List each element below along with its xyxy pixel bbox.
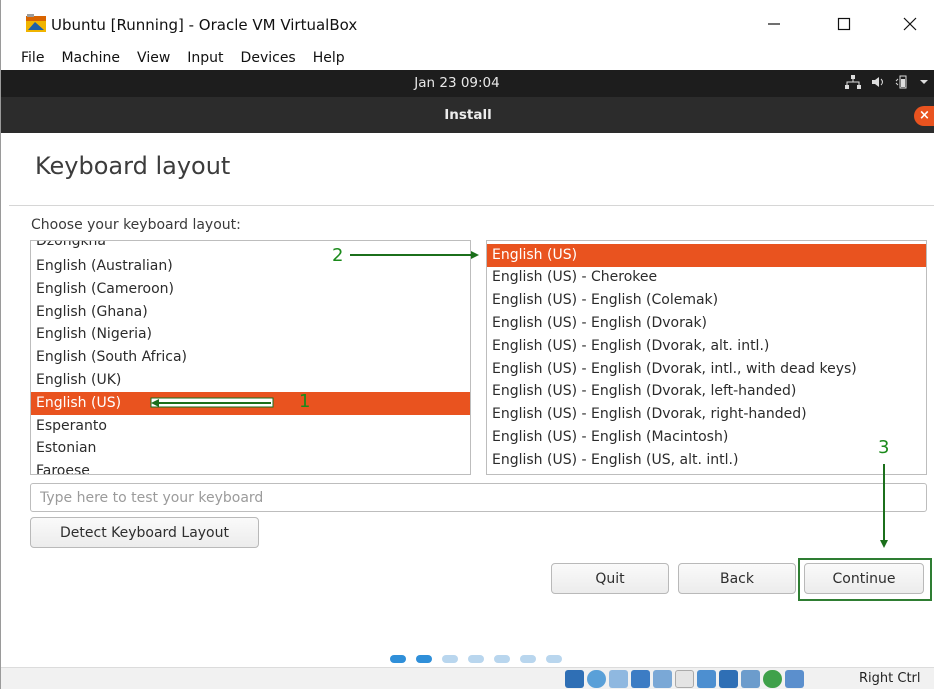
step-dot <box>546 655 562 663</box>
maximize-icon <box>837 17 851 31</box>
variant-item-selected[interactable]: English (US) <box>487 244 926 267</box>
step-dot <box>494 655 510 663</box>
clock[interactable]: Jan 23 09:04 <box>1 75 934 91</box>
menu-machine[interactable]: Machine <box>61 50 120 66</box>
mouse-integration-icon[interactable] <box>785 670 804 688</box>
annotation-label-1: 1 <box>299 391 311 412</box>
variant-item[interactable]: English (US) - Cherokee <box>487 266 926 289</box>
window-title: Ubuntu [Running] - Oracle VM VirtualBox <box>51 16 358 34</box>
host-key-label: Right Ctrl <box>859 671 921 686</box>
minimize-button[interactable] <box>751 9 797 39</box>
battery-icon <box>895 75 907 89</box>
variant-item[interactable]: English (US) - English (Dvorak, right-ha… <box>487 403 926 426</box>
detect-keyboard-layout-button[interactable]: Detect Keyboard Layout <box>30 517 259 548</box>
quit-button[interactable]: Quit <box>551 563 669 594</box>
variant-item[interactable]: English (US) - English (Colemak) <box>487 289 926 312</box>
cpu-icon[interactable] <box>741 670 760 688</box>
layout-item[interactable]: Faroese <box>31 460 470 474</box>
keyboard-test-input[interactable] <box>30 483 927 512</box>
step-progress <box>390 655 562 663</box>
layout-item[interactable]: English (Cameroon) <box>31 278 470 301</box>
variant-item[interactable]: English (US) - English (Dvorak) <box>487 312 926 335</box>
host-menubar: File Machine View Input Devices Help <box>1 46 934 70</box>
variant-list[interactable]: English (US) English (US) - Cherokee Eng… <box>486 240 927 475</box>
step-dot <box>442 655 458 663</box>
display-icon[interactable] <box>697 670 716 688</box>
network-icon <box>845 75 861 89</box>
page-title: Keyboard layout <box>35 152 231 180</box>
variant-item[interactable]: English (US) - English (Dvorak, intl., w… <box>487 358 926 381</box>
layout-list[interactable]: Dzongkha English (Australian) English (C… <box>30 240 471 475</box>
volume-icon <box>872 77 883 87</box>
back-button[interactable]: Back <box>678 563 796 594</box>
layout-item[interactable]: English (Ghana) <box>31 301 470 324</box>
installer-close-button[interactable]: × <box>914 106 934 126</box>
layout-item[interactable]: Dzongkha <box>31 241 470 253</box>
close-icon <box>903 17 917 31</box>
system-tray[interactable] <box>845 75 929 89</box>
step-dot <box>468 655 484 663</box>
layout-item[interactable]: English (Australian) <box>31 255 470 278</box>
guest-top-bar: Jan 23 09:04 <box>1 70 934 97</box>
layout-prompt: Choose your keyboard layout: <box>31 217 241 233</box>
layout-item[interactable]: Esperanto <box>31 415 470 438</box>
variant-item[interactable]: English (US) - English (Macintosh) <box>487 426 926 449</box>
virtualbox-window: Ubuntu [Running] - Oracle VM VirtualBox … <box>0 0 934 689</box>
layout-item[interactable]: English (UK) <box>31 369 470 392</box>
close-window-button[interactable] <box>887 9 933 39</box>
annotation-label-3: 3 <box>878 437 890 458</box>
installer-title: Install <box>444 107 492 123</box>
layout-item[interactable]: Estonian <box>31 437 470 460</box>
variant-item[interactable]: English (US) - English (Dvorak, alt. int… <box>487 335 926 358</box>
guest-additions-icon[interactable] <box>763 670 782 688</box>
chevron-down-icon <box>920 80 928 84</box>
video-capture-icon[interactable] <box>719 670 738 688</box>
shared-folder-icon[interactable] <box>675 670 694 688</box>
audio-icon[interactable] <box>609 670 628 688</box>
optical-drive-icon[interactable] <box>587 670 606 688</box>
layout-item-selected[interactable]: English (US) <box>31 392 470 415</box>
layout-item[interactable]: English (Nigeria) <box>31 323 470 346</box>
variant-item[interactable]: English (US) - English (Dvorak, left-han… <box>487 380 926 403</box>
step-dot <box>416 655 432 663</box>
layout-item[interactable]: English (South Africa) <box>31 346 470 369</box>
vm-statusbar: Right Ctrl <box>1 667 934 689</box>
usb-icon[interactable] <box>653 670 672 688</box>
virtualbox-logo-icon <box>26 14 46 32</box>
annotation-highlight-box <box>798 558 932 601</box>
menu-help[interactable]: Help <box>313 50 345 66</box>
menu-file[interactable]: File <box>21 50 44 66</box>
minimize-icon <box>768 23 780 25</box>
annotation-label-2: 2 <box>332 245 344 266</box>
network-adapter-icon[interactable] <box>631 670 650 688</box>
divider <box>9 205 934 206</box>
menu-devices[interactable]: Devices <box>241 50 296 66</box>
menu-input[interactable]: Input <box>187 50 223 66</box>
step-dot <box>520 655 536 663</box>
vm-status-icons <box>565 670 804 688</box>
menu-view[interactable]: View <box>137 50 170 66</box>
host-titlebar: Ubuntu [Running] - Oracle VM VirtualBox <box>1 0 934 46</box>
hard-disk-icon[interactable] <box>565 670 584 688</box>
installer-header: Install <box>1 97 934 133</box>
close-icon: × <box>919 108 930 123</box>
maximize-button[interactable] <box>821 9 867 39</box>
variant-item[interactable]: English (US) - English (US, alt. intl.) <box>487 449 926 472</box>
step-dot <box>390 655 406 663</box>
